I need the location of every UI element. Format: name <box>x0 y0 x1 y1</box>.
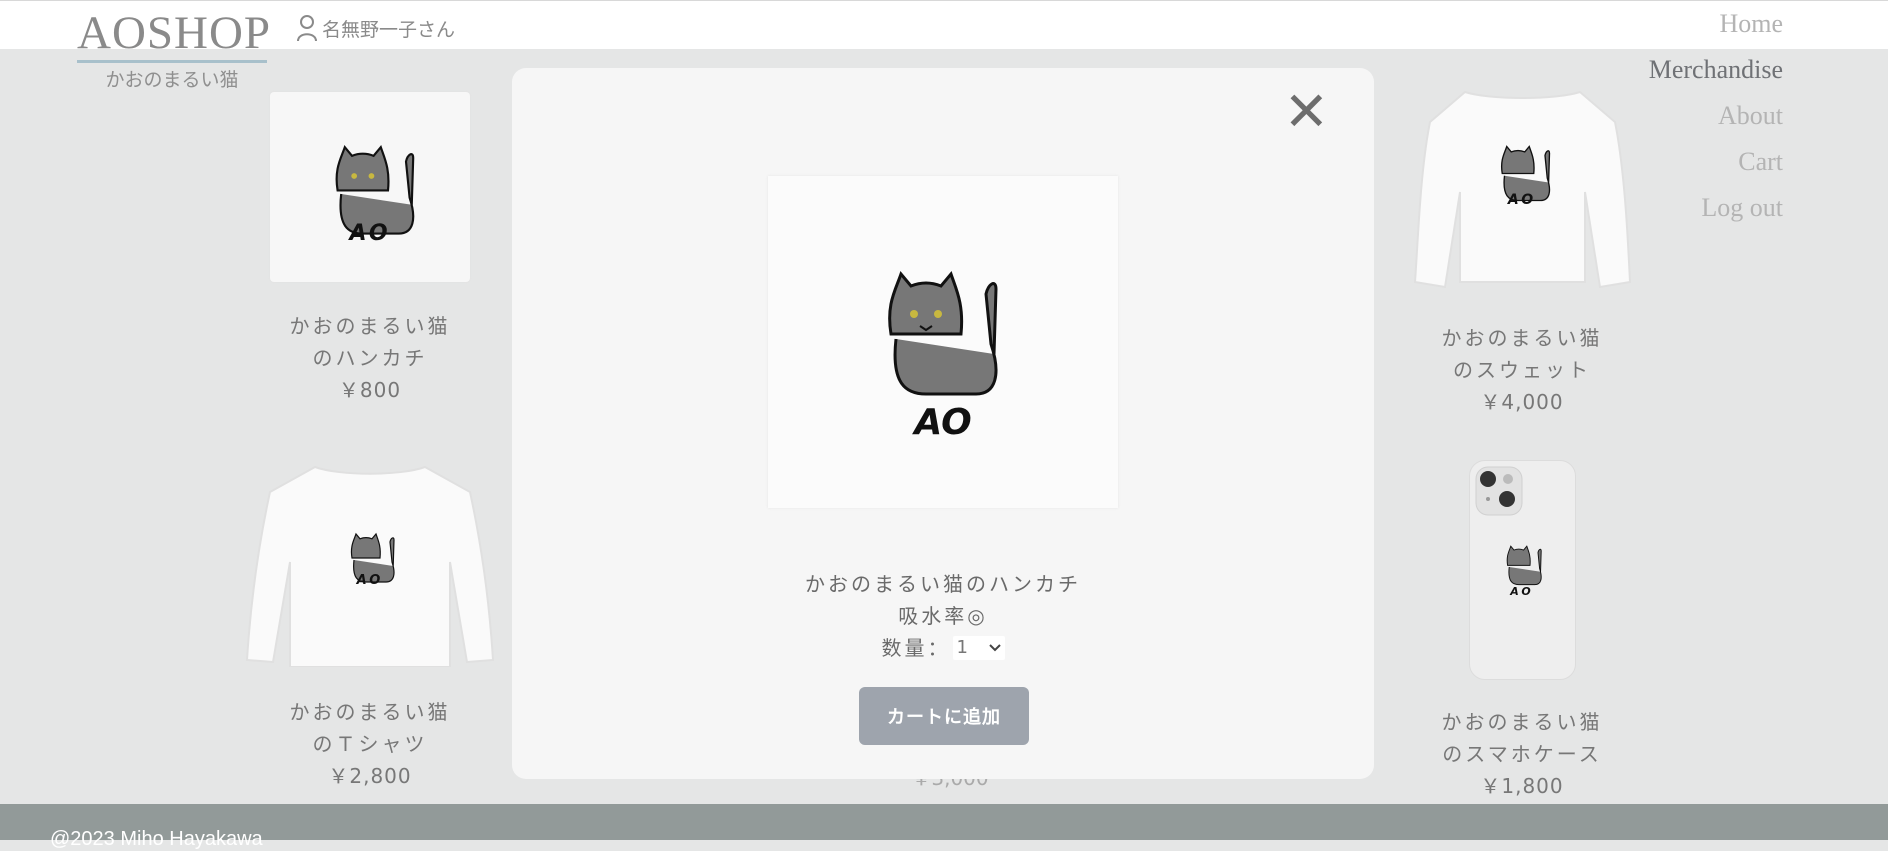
product-card-phonecase[interactable]: AO かおのまるい猫 のスマホケース ￥1,800 <box>1392 460 1652 802</box>
modal-product-feature: 吸水率◎ <box>898 604 988 628</box>
cat-logo-icon: AO <box>888 270 998 443</box>
svg-text:AO: AO <box>1509 585 1534 598</box>
main-nav: Home Merchandise About Cart Log out <box>1649 4 1783 234</box>
modal-product-name: かおのまるい猫のハンカチ <box>805 572 1081 596</box>
modal-product-info: かおのまるい猫のハンカチ 吸水率◎ 数量： 1 <box>512 568 1374 664</box>
footer: @2023 Miho Hayakawa <box>0 804 1888 850</box>
product-name-line1: かおのまるい猫 <box>1441 326 1603 350</box>
product-card-tshirt[interactable]: AO かおのまるい猫 のＴシャツ ￥2,800 <box>240 462 500 792</box>
product-image: AO <box>270 92 470 282</box>
product-name-line2: のハンカチ <box>312 346 428 370</box>
product-name-line1: かおのまるい猫 <box>289 314 451 338</box>
brand-logo[interactable]: AOSHOP かおのまるい猫 <box>77 6 270 92</box>
product-name-line1: かおのまるい猫 <box>1441 710 1603 734</box>
product-modal: ✕ AO かおのまるい猫のハンカチ 吸水率◎ 数量： 1 カートに追加 <box>512 68 1374 779</box>
quantity-value: 1 <box>956 637 971 658</box>
user-name: 名無野一子さん <box>322 18 456 41</box>
product-price: ￥1,800 <box>1480 774 1564 798</box>
nav-cart[interactable]: Cart <box>1649 142 1783 188</box>
product-price: ￥4,000 <box>1480 390 1564 414</box>
product-image: AO <box>1468 460 1576 680</box>
cat-logo-icon: AO <box>335 145 415 246</box>
svg-text:AO: AO <box>911 402 971 443</box>
svg-text:AO: AO <box>356 573 384 588</box>
chevron-down-icon <box>988 644 1001 652</box>
svg-text:AO: AO <box>1506 192 1535 208</box>
brand-title: AOSHOP <box>77 6 270 63</box>
user-account[interactable]: 名無野一子さん <box>296 14 455 42</box>
product-name-line2: のＴシャツ <box>312 732 428 756</box>
add-to-cart-button[interactable]: カートに追加 <box>859 687 1029 745</box>
product-price: ￥2,800 <box>328 764 412 788</box>
product-image: AO <box>1410 82 1635 292</box>
close-icon[interactable]: ✕ <box>1284 82 1329 142</box>
brand-subtitle: かおのまるい猫 <box>105 69 239 91</box>
modal-product-image: AO <box>768 176 1118 508</box>
product-name-line2: のスマホケース <box>1442 742 1602 766</box>
product-image: AO <box>245 462 495 668</box>
quantity-row: 数量： 1 <box>512 632 1374 664</box>
svg-text:AO: AO <box>347 221 390 246</box>
quantity-select[interactable]: 1 <box>952 636 1005 660</box>
nav-home[interactable]: Home <box>1649 4 1783 50</box>
product-card-handkerchief[interactable]: AO かおのまるい猫 のハンカチ ￥800 <box>240 92 500 406</box>
nav-logout[interactable]: Log out <box>1649 188 1783 234</box>
user-icon <box>297 15 317 42</box>
header <box>0 0 1888 49</box>
product-card-sweatshirt[interactable]: AO かおのまるい猫 のスウェット ￥4,000 <box>1392 82 1652 418</box>
nav-merchandise[interactable]: Merchandise <box>1649 50 1783 96</box>
product-name-line2: のスウェット <box>1453 358 1591 382</box>
product-price: ￥800 <box>338 378 402 402</box>
nav-about[interactable]: About <box>1649 96 1783 142</box>
product-name-line1: かおのまるい猫 <box>289 700 451 724</box>
quantity-label: 数量： <box>881 636 951 660</box>
